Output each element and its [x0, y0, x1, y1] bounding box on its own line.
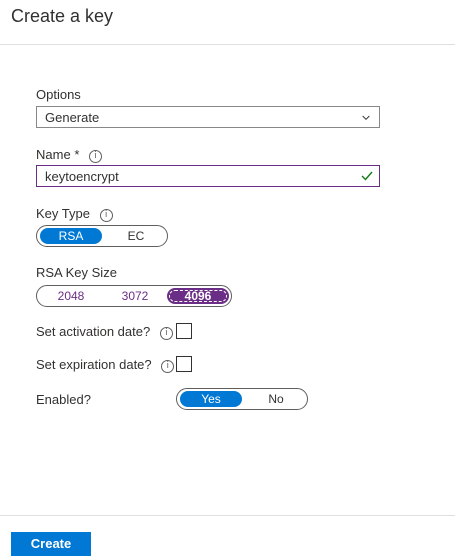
name-input[interactable]: keytoencrypt — [36, 165, 380, 187]
name-label: Name * i — [36, 147, 102, 163]
key-type-label: Key Type i — [36, 206, 113, 222]
info-icon[interactable]: i — [161, 360, 175, 373]
enabled-option-yes[interactable]: Yes — [180, 391, 242, 407]
required-mark: * — [74, 147, 80, 162]
create-button[interactable]: Create — [11, 532, 91, 556]
chevron-down-icon — [362, 115, 370, 120]
activation-date-checkbox[interactable] — [176, 323, 192, 339]
activation-label: Set activation date? i — [36, 324, 173, 340]
rsa-size-option-2048[interactable]: 2048 — [43, 288, 99, 304]
info-icon[interactable]: i — [159, 327, 173, 340]
footer-divider — [0, 515, 455, 516]
name-value: keytoencrypt — [45, 169, 119, 184]
key-type-label-text: Key Type — [36, 206, 90, 221]
expiration-label-text: Set expiration date? — [36, 357, 152, 372]
info-icon[interactable]: i — [89, 150, 102, 163]
expiration-label: Set expiration date? i — [36, 357, 175, 373]
name-label-text: Name — [36, 147, 71, 162]
key-type-toggle[interactable]: RSA EC — [36, 225, 168, 247]
key-type-option-ec[interactable]: EC — [107, 228, 165, 244]
rsa-key-size-toggle[interactable]: 2048 3072 4096 — [36, 285, 232, 307]
options-label: Options — [36, 87, 81, 102]
checkmark-icon — [361, 171, 373, 181]
info-icon[interactable]: i — [99, 209, 113, 222]
header-divider — [0, 44, 455, 45]
rsa-size-option-3072[interactable]: 3072 — [107, 288, 163, 304]
options-value: Generate — [45, 110, 100, 125]
enabled-option-no[interactable]: No — [247, 391, 305, 407]
activation-label-text: Set activation date? — [36, 324, 151, 339]
enabled-label: Enabled? — [36, 392, 91, 407]
key-type-option-rsa[interactable]: RSA — [40, 228, 102, 244]
rsa-key-size-label: RSA Key Size — [36, 265, 117, 280]
enabled-toggle[interactable]: Yes No — [176, 388, 308, 410]
options-dropdown[interactable]: Generate — [36, 106, 380, 128]
rsa-size-option-4096[interactable]: 4096 — [167, 288, 229, 304]
expiration-date-checkbox[interactable] — [176, 356, 192, 372]
page-title: Create a key — [11, 6, 114, 26]
